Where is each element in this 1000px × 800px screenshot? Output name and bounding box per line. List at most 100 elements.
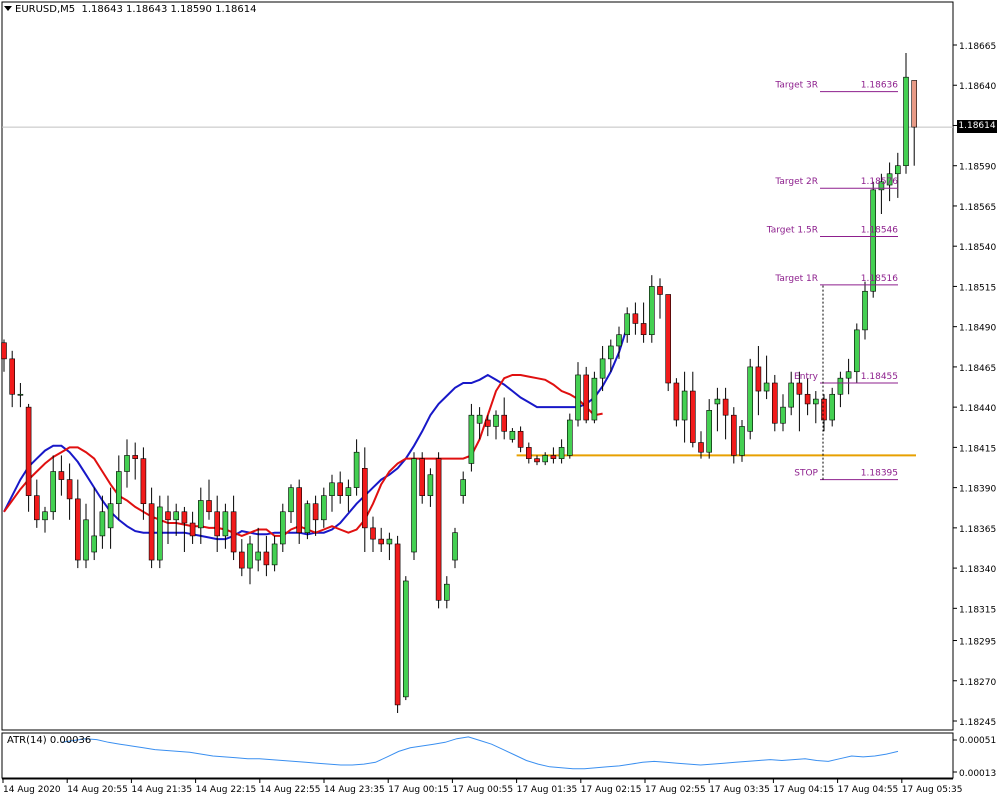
bear-candle: [189, 522, 196, 537]
bull-candle: [288, 487, 294, 513]
bull-candle: [706, 410, 713, 453]
bear-candle: [821, 398, 827, 421]
bear-candle: [484, 419, 491, 427]
bear-candle: [296, 487, 303, 533]
bull-candle: [788, 382, 795, 408]
current-price-tag: 1.18614: [957, 120, 997, 133]
bull-candle: [509, 430, 516, 440]
bull-candle: [812, 398, 819, 405]
bull-candle: [714, 398, 721, 405]
bull-candle: [739, 426, 745, 456]
bear-candle: [33, 495, 40, 521]
price-tick-label: 1.18440: [959, 404, 996, 414]
bull-candle: [17, 393, 24, 396]
time-tick-label: 17 Aug 00:15: [388, 785, 449, 795]
trade-level-value: 1.18636: [861, 81, 898, 91]
bear-candle: [632, 313, 639, 324]
price-tick-label: 1.18365: [959, 525, 996, 535]
bear-candle: [1, 342, 7, 360]
bull-candle: [894, 165, 901, 175]
price-tick-label: 1.18415: [959, 444, 996, 454]
bull-candle: [575, 374, 581, 421]
bull-candle: [386, 538, 393, 545]
trade-level-value: 1.18576: [861, 177, 898, 187]
bear-candle: [214, 511, 220, 537]
bear-candle: [132, 455, 138, 459]
bull-candle: [853, 329, 860, 373]
bull-candle: [648, 286, 655, 336]
bear-candle: [796, 382, 803, 395]
bull-candle: [566, 419, 573, 456]
bull-candle: [83, 519, 89, 561]
bull-candle: [624, 313, 631, 336]
bull-candle: [304, 503, 311, 533]
time-tick-label: 17 Aug 04:55: [838, 785, 899, 795]
bear-candle: [361, 468, 368, 529]
bear-candle: [140, 458, 147, 505]
atr-label: ATR(14) 0.00036: [7, 735, 92, 746]
time-tick-label: 14 Aug 22:15: [196, 785, 257, 795]
bear-candle: [771, 382, 778, 424]
bull-candle: [476, 414, 483, 424]
price-tick-label: 1.18565: [959, 203, 996, 213]
time-tick-label: 17 Aug 03:35: [709, 785, 770, 795]
bear-candle: [804, 393, 811, 405]
bear-candle: [673, 382, 680, 421]
time-tick-label: 14 Aug 2020: [3, 785, 61, 795]
bull-candle: [107, 503, 114, 529]
time-tick-label: 17 Aug 05:35: [902, 785, 963, 795]
bull-candle: [91, 535, 97, 553]
bull-candle: [198, 500, 204, 529]
bear-candle: [534, 458, 540, 463]
bear-candle: [517, 430, 524, 448]
bull-candle: [345, 487, 352, 496]
atr-scale-label: 0.00013: [959, 769, 996, 779]
price-tick-label: 1.18390: [959, 485, 996, 495]
bull-candle: [829, 393, 836, 421]
bull-candle: [747, 366, 754, 432]
bear-candle: [58, 471, 65, 480]
bear-candle: [657, 286, 663, 295]
price-tick-label: 1.18270: [959, 678, 996, 688]
price-tick-label: 1.18315: [959, 605, 996, 615]
bear-candle: [75, 498, 81, 561]
bull-candle: [452, 532, 458, 561]
bear-candle: [665, 294, 672, 384]
bull-candle: [320, 495, 327, 521]
bull-candle: [607, 345, 614, 360]
bull-candle: [411, 458, 417, 553]
bear-candle: [755, 366, 762, 392]
bear-candle: [206, 500, 212, 513]
bear-candle: [501, 414, 508, 432]
bear-candle: [165, 511, 171, 521]
time-tick-label: 17 Aug 02:15: [581, 785, 642, 795]
trade-level-label: STOP: [794, 469, 818, 479]
bear-candle: [230, 511, 237, 553]
trade-level-value: 1.18516: [861, 274, 898, 284]
price-tick-label: 1.18340: [959, 565, 996, 575]
bull-candle: [247, 543, 253, 569]
time-tick-label: 14 Aug 22:55: [260, 785, 321, 795]
bear-candle: [25, 406, 32, 496]
trade-level-value: 1.18455: [861, 372, 898, 382]
bull-candle: [443, 583, 450, 601]
main-panel-frame: [1, 1, 954, 731]
price-tick-label: 1.18540: [959, 243, 996, 253]
bull-candle: [862, 290, 868, 331]
time-tick-label: 17 Aug 02:55: [645, 785, 706, 795]
price-chart[interactable]: 1.186651.186401.186151.185901.185651.185…: [0, 0, 1000, 800]
bull-candle: [353, 451, 360, 488]
bull-candle: [591, 377, 598, 421]
bull-candle: [271, 543, 278, 566]
bull-candle: [599, 358, 606, 379]
bull-candle: [493, 414, 499, 427]
bull-candle: [50, 471, 57, 513]
time-tick-label: 17 Aug 00:55: [452, 785, 513, 795]
bear-candle: [378, 538, 385, 545]
bear-candle: [239, 551, 245, 569]
bull-candle: [329, 482, 335, 496]
price-tick-label: 1.18590: [959, 163, 996, 173]
bull-candle: [845, 371, 852, 379]
price-tick-label: 1.18640: [959, 82, 996, 92]
bull-candle: [681, 390, 688, 421]
